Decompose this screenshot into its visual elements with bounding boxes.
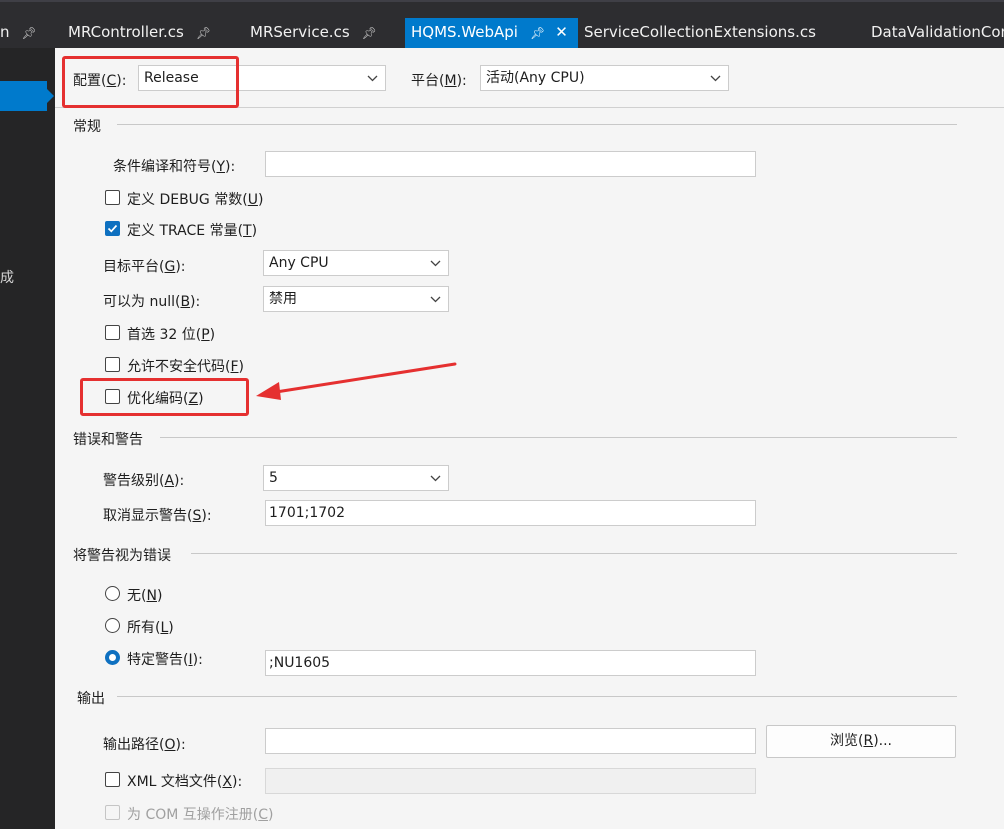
annotation-arrow-icon (256, 362, 457, 400)
